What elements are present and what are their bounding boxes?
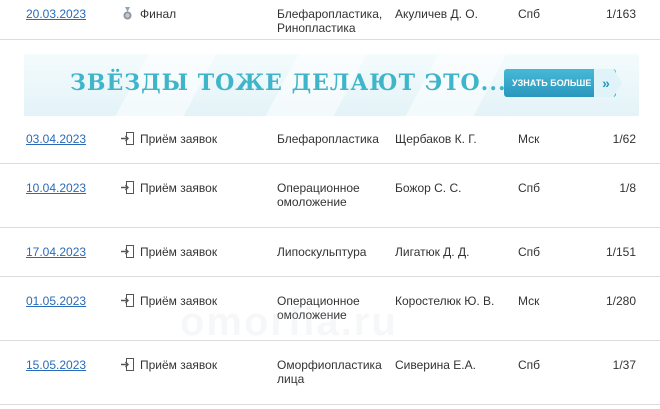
promo-banner[interactable]: ЗВЁЗДЫ ТОЖЕ ДЕЛАЮТ ЭТО... УЗНАТЬ БОЛЬШЕ … [24,54,639,116]
table-row: 01.05.2023 Приём заявок Операционное омол… [0,277,660,341]
row-stage-label: Приём заявок [140,181,218,195]
row-author: Коростелюк Ю. В. [395,294,495,308]
enter-icon [121,245,134,258]
row-count: 1/37 [612,358,636,372]
row-city: Спб [518,245,541,259]
row-count: 1/163 [605,7,636,21]
row-topic: Блефаропластика [277,132,379,146]
row-topic: Операционное омоложение [277,181,360,209]
table-row: 10.04.2023 Приём заявок Операционное омол… [0,164,660,228]
row-stage-label: Приём заявок [140,358,218,372]
row-city: Мск [518,132,540,146]
table-row: 20.03.2023 Финал Блефаропластика, Ринопла… [0,0,660,40]
row-author: Лигатюк Д. Д. [395,245,470,259]
row-city: Спб [518,181,541,195]
row-stage: Приём заявок [121,358,217,372]
row-author: Акуличев Д. О. [395,7,478,21]
row-stage: Приём заявок [121,181,217,195]
row-date-link[interactable]: 03.04.2023 [26,132,86,146]
row-author: Божор С. С. [395,181,462,195]
row-stage: Финал [121,7,176,21]
row-city: Спб [518,7,541,21]
enter-icon [121,181,134,194]
banner-title: ЗВЁЗДЫ ТОЖЕ ДЕЛАЮТ ЭТО... [70,70,507,96]
row-author: Сиверина Е.А. [395,358,476,372]
row-count: 1/62 [612,132,636,146]
row-topic: Операционное омоложение [277,294,360,322]
double-chevron-right-icon: » [594,69,622,97]
row-stage: Приём заявок [121,132,217,146]
row-date-link[interactable]: 20.03.2023 [26,7,86,21]
learn-more-label: УЗНАТЬ БОЛЬШЕ [512,78,592,88]
row-count: 1/8 [619,181,636,195]
table-row: 03.04.2023 Приём заявок Блефаропластика … [0,116,660,164]
table-row: 15.05.2023 Приём заявок Оморфиопластика л… [0,341,660,405]
row-date-link[interactable]: 15.05.2023 [26,358,86,372]
row-stage: Приём заявок [121,294,217,308]
row-author: Щербаков К. Г. [395,132,477,146]
enter-icon [121,358,134,371]
row-topic: Липоскульптура [277,245,367,259]
row-topic: Оморфиопластика лица [277,358,382,386]
row-topic: Блефаропластика, Ринопластика [277,7,383,35]
row-date-link[interactable]: 17.04.2023 [26,245,86,259]
row-date-link[interactable]: 10.04.2023 [26,181,86,195]
row-city: Мск [518,294,540,308]
row-stage: Приём заявок [121,245,217,259]
row-stage-label: Приём заявок [140,294,218,308]
row-city: Спб [518,358,541,372]
enter-icon [121,294,134,307]
row-stage-label: Приём заявок [140,245,218,259]
row-count: 1/280 [605,294,636,308]
row-stage-label: Приём заявок [140,132,218,146]
row-count: 1/151 [605,245,636,259]
table-row: 17.04.2023 Приём заявок Липоскульптура Л… [0,228,660,277]
learn-more-button[interactable]: УЗНАТЬ БОЛЬШЕ » [504,69,622,97]
row-stage-label: Финал [140,7,177,21]
medal-icon [123,7,132,20]
row-date-link[interactable]: 01.05.2023 [26,294,86,308]
enter-icon [121,132,134,145]
